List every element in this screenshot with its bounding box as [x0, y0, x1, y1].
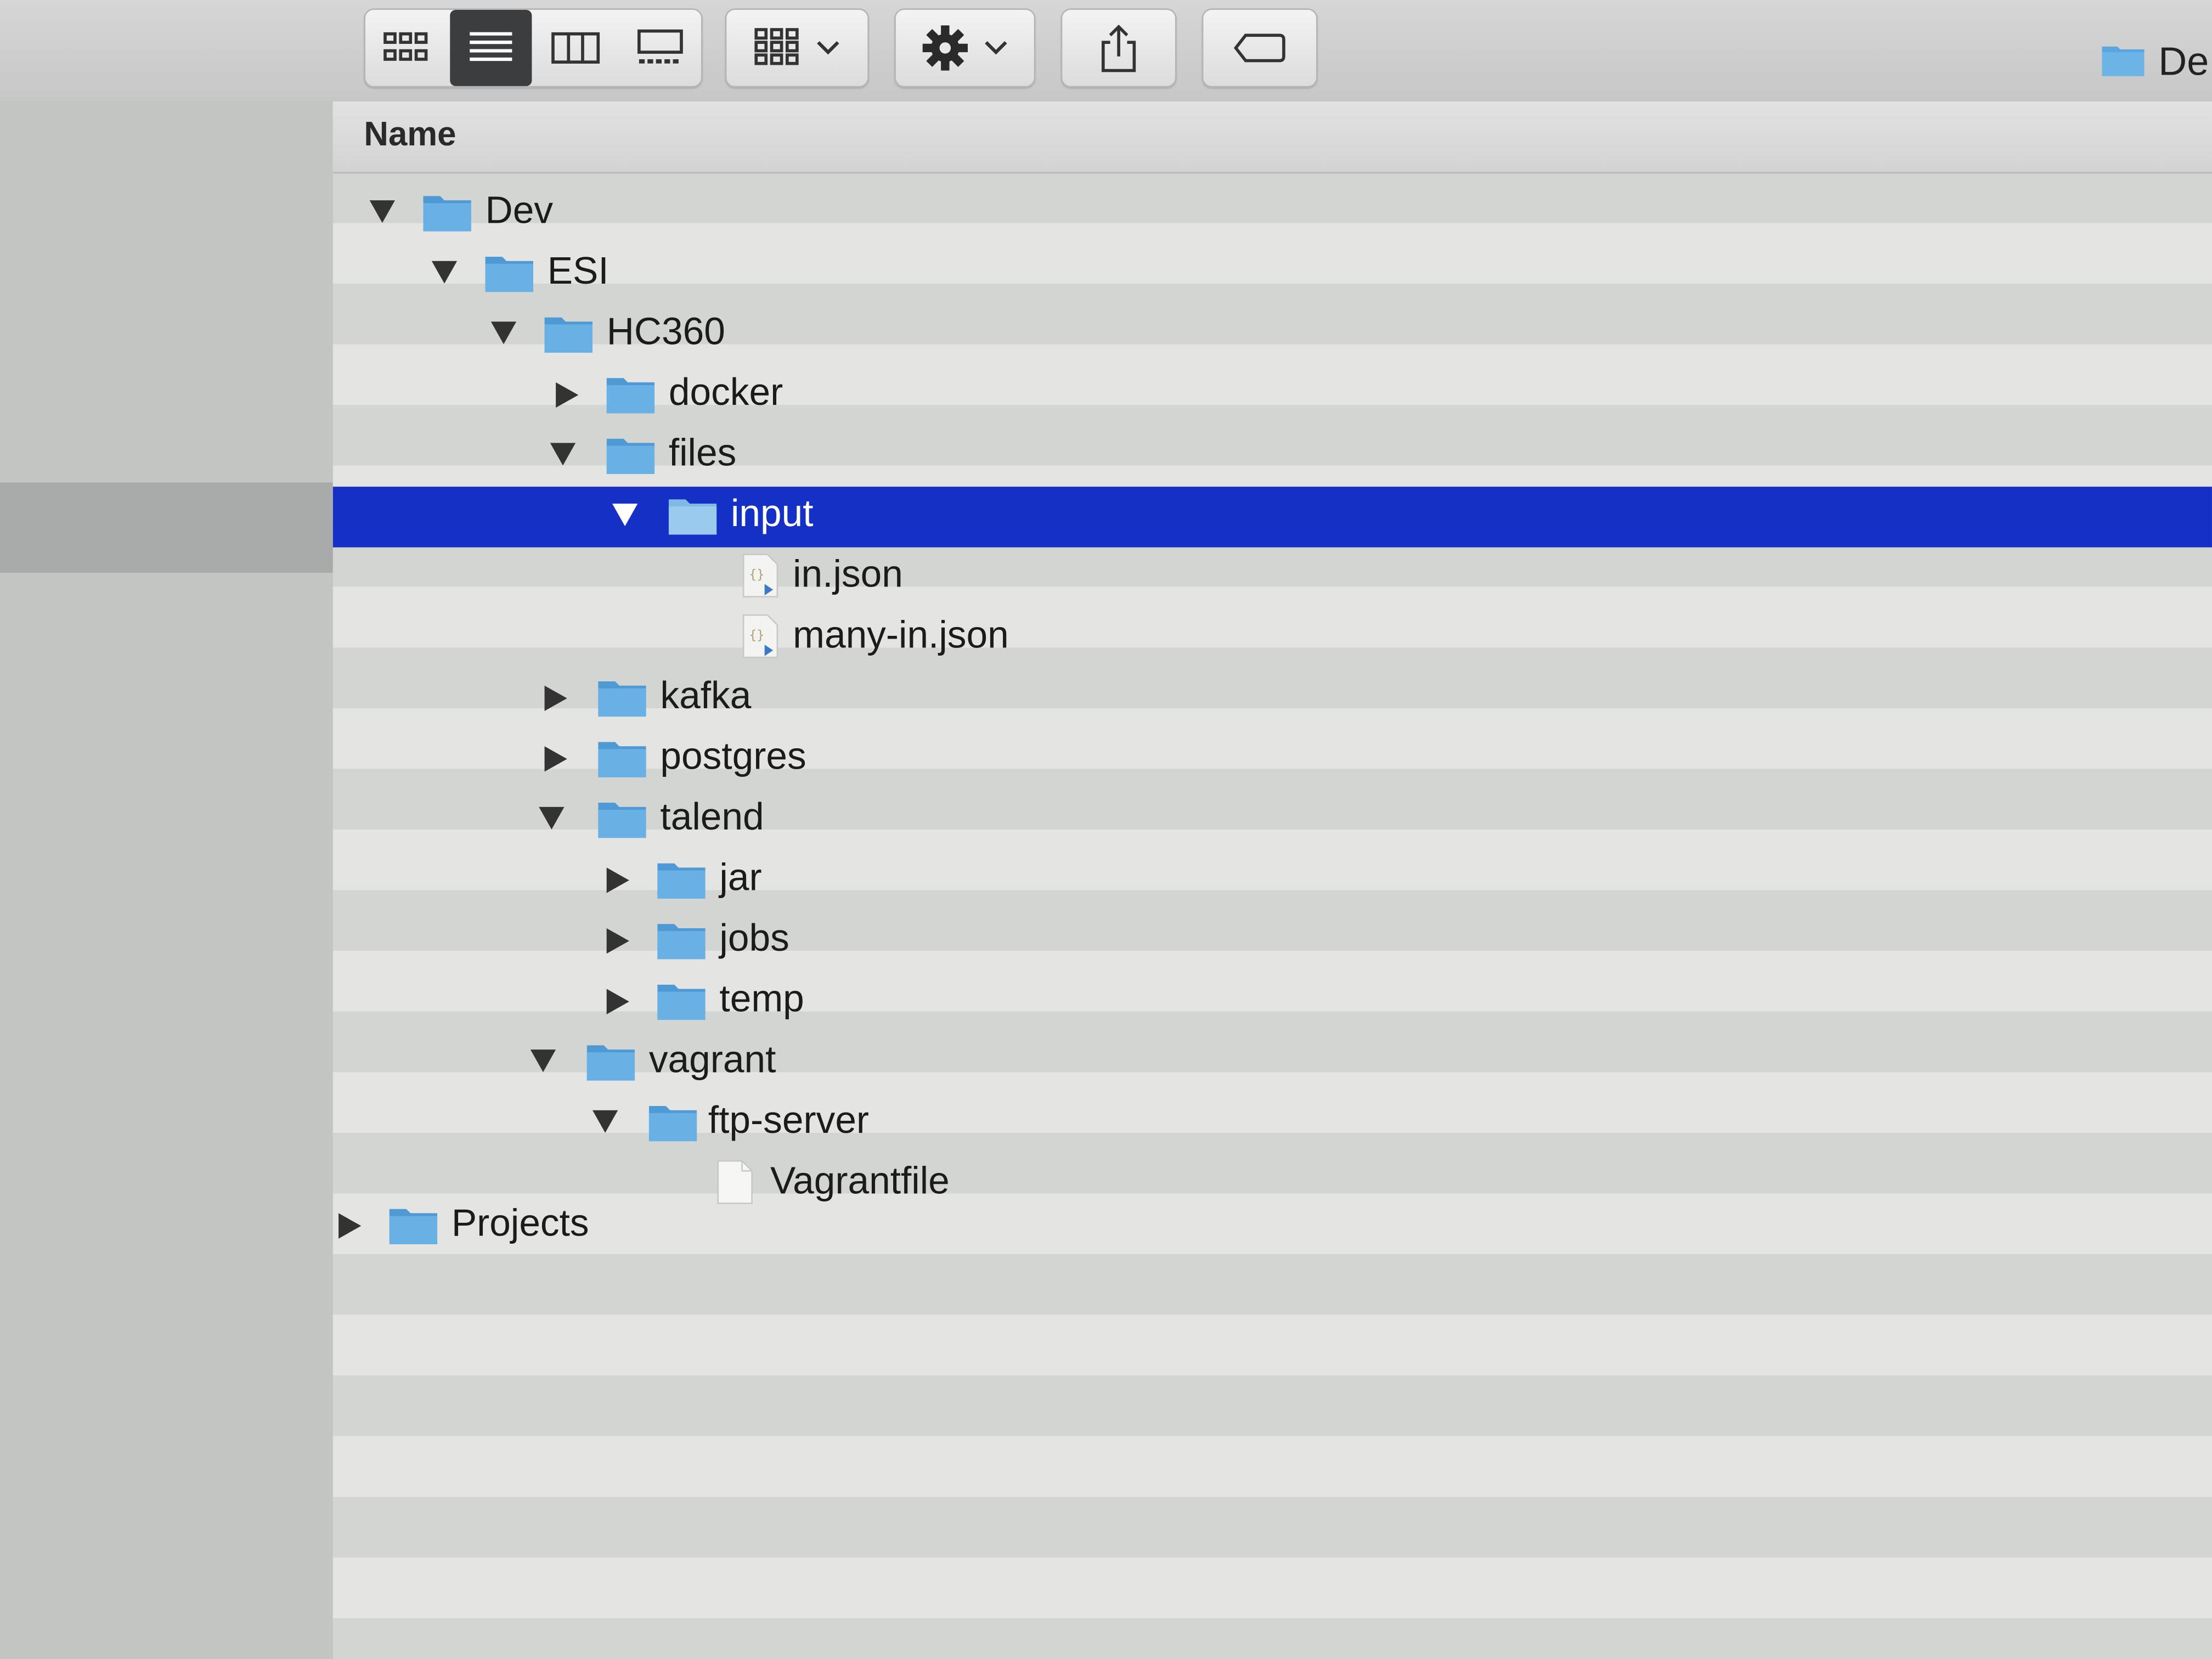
tree-row-selected[interactable]: input [332, 487, 2212, 548]
tree-row[interactable]: jobs [333, 911, 2212, 972]
folder-icon [586, 1045, 635, 1081]
disclosure-triangle-icon[interactable] [606, 928, 629, 954]
tag-icon [1233, 33, 1285, 63]
folder-icon [485, 256, 533, 292]
file-list: Name Dev ESI HC360 docker files input {}… [332, 101, 2212, 1659]
folder-icon [668, 499, 717, 535]
gallery-icon [637, 29, 683, 64]
disclosure-triangle-icon[interactable] [550, 443, 576, 466]
svg-text:{}: {} [749, 567, 764, 582]
tree-row-label: many-in.json [793, 613, 1009, 656]
tree-row[interactable]: kafka [333, 669, 2212, 730]
list-icon [470, 32, 512, 61]
gear-icon [922, 25, 968, 71]
share-button[interactable] [1060, 8, 1177, 88]
svg-text:{}: {} [749, 628, 764, 642]
tree-row-label: kafka [660, 674, 752, 717]
tree-row[interactable]: Dev [333, 183, 2212, 244]
folder-icon [648, 1105, 697, 1142]
disclosure-triangle-icon[interactable] [606, 989, 629, 1014]
disclosure-triangle-icon[interactable] [530, 1049, 556, 1073]
folder-icon [544, 317, 592, 353]
folder-icon [389, 1209, 438, 1244]
tree-row[interactable]: postgres [333, 729, 2212, 790]
folder-icon [606, 378, 655, 414]
icon-view-button[interactable] [365, 10, 447, 86]
icon-grid-icon [383, 32, 428, 61]
chevron-down-icon [985, 41, 1007, 55]
folder-icon [657, 984, 706, 1020]
tree-row-label: HC360 [606, 310, 725, 353]
sidebar [0, 101, 333, 1659]
folder-icon [657, 924, 706, 960]
tree-row[interactable]: ftp-server [333, 1093, 2212, 1154]
tags-button[interactable] [1201, 8, 1318, 88]
tree-row-label: Projects [451, 1201, 589, 1244]
tree-row[interactable]: temp [333, 972, 2212, 1033]
group-by-button[interactable] [725, 8, 869, 88]
disclosure-triangle-icon[interactable] [544, 746, 567, 772]
gallery-view-button[interactable] [619, 10, 701, 86]
share-icon [1102, 24, 1136, 72]
column-view-button[interactable] [535, 10, 617, 86]
tree-row-label: input [730, 492, 814, 535]
tree-row-label: ESI [547, 250, 609, 292]
tree-row-label: jar [719, 856, 762, 899]
chevron-down-icon [817, 41, 839, 55]
sidebar-selected-item[interactable] [0, 482, 333, 573]
tree-row[interactable]: {} many-in.json [333, 608, 2212, 669]
tree-row[interactable]: jar [333, 851, 2212, 912]
columns-icon [551, 32, 600, 64]
disclosure-triangle-icon[interactable] [612, 503, 638, 527]
disclosure-triangle-icon[interactable] [338, 1213, 362, 1239]
folder-icon [2102, 46, 2145, 76]
disclosure-triangle-icon[interactable] [431, 261, 458, 284]
folder-icon [423, 196, 471, 232]
disclosure-triangle-icon[interactable] [606, 867, 629, 893]
tree-row[interactable]: files [333, 426, 2212, 487]
folder-icon [598, 803, 646, 838]
tree-row[interactable]: talend [333, 790, 2212, 851]
finder-window: De Name Dev ESI HC360 docker files input… [0, 0, 2212, 1659]
disclosure-triangle-icon[interactable] [490, 321, 517, 345]
tree-row-label: files [668, 431, 737, 474]
disclosure-triangle-icon[interactable] [369, 200, 395, 223]
toolbar: De [0, 0, 2212, 103]
disclosure-triangle-icon[interactable] [539, 806, 565, 830]
folder-icon [598, 681, 646, 717]
tree-row-label: jobs [719, 917, 789, 960]
folder-icon [606, 438, 655, 474]
tree-row-label: temp [719, 977, 804, 1020]
folder-icon [657, 863, 706, 899]
tree-row-label: vagrant [648, 1038, 776, 1081]
tree-row[interactable]: ESI [333, 244, 2212, 305]
tree-row-label: in.json [793, 552, 903, 596]
disclosure-triangle-icon[interactable] [544, 685, 567, 711]
path-title: De [2158, 39, 2209, 83]
tree-row[interactable]: HC360 [333, 304, 2212, 365]
tree-row[interactable]: vagrant [333, 1032, 2212, 1093]
tree-row-label: ftp-server [708, 1099, 870, 1142]
tree-row[interactable]: docker [333, 365, 2212, 426]
tree-row-label: docker [668, 371, 783, 414]
action-menu-button[interactable] [894, 8, 1036, 88]
tree-row[interactable]: {} in.json [333, 548, 2212, 608]
view-mode-segmented-control [364, 8, 703, 88]
tree-row-label: postgres [660, 735, 806, 777]
list-view-button[interactable] [450, 9, 532, 86]
json-file-icon: {} [742, 554, 778, 597]
folder-icon [598, 742, 646, 777]
tree-row-label: talend [660, 795, 764, 838]
column-header-name[interactable]: Name [332, 101, 2212, 174]
json-file-icon: {} [742, 614, 778, 658]
disclosure-triangle-icon[interactable] [556, 382, 579, 408]
disclosure-triangle-icon[interactable] [592, 1110, 618, 1133]
group-grid-icon [754, 28, 799, 65]
column-header-label: Name [364, 115, 456, 154]
tree-row-label: Dev [485, 189, 554, 232]
tree-row[interactable]: Projects [333, 1197, 2212, 1257]
